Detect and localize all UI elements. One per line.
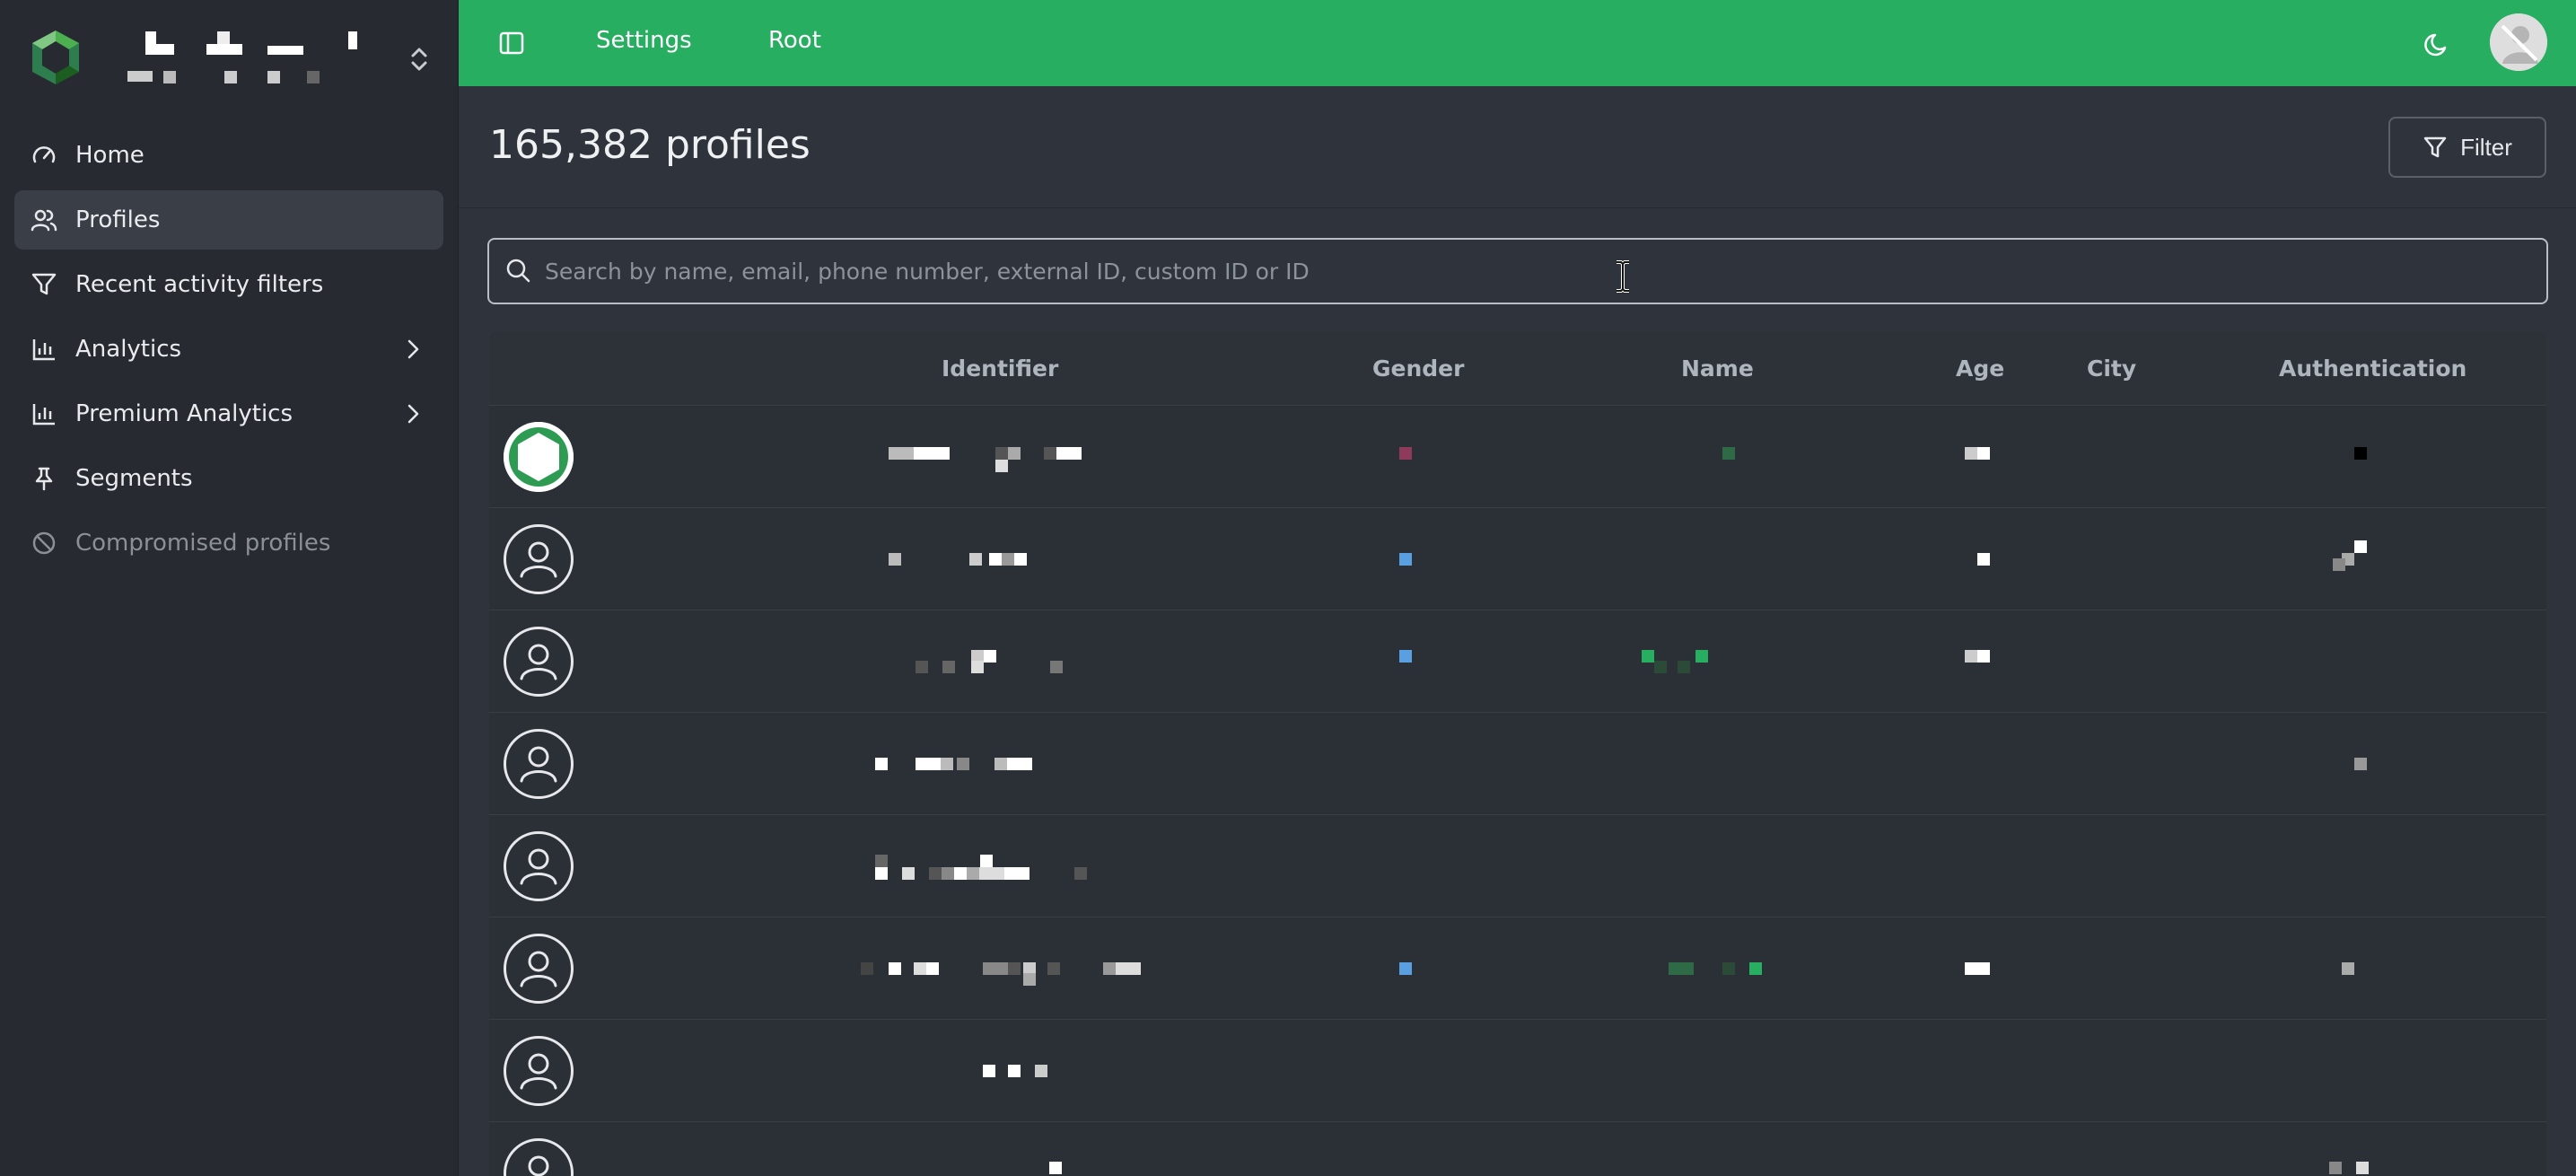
sidebar: Home Profiles Recent activity filters An…: [0, 0, 459, 1176]
user-placeholder-icon: [520, 541, 557, 578]
user-placeholder-icon: [520, 1053, 557, 1090]
avatar: [504, 729, 574, 799]
sidebar-item-recent-activity-filters[interactable]: Recent activity filters: [14, 255, 443, 314]
avatar: [504, 524, 574, 594]
sidebar-item-label: Compromised profiles: [75, 530, 331, 557]
workspace-name-redacted: [127, 26, 361, 89]
root-link[interactable]: Root: [768, 27, 821, 54]
profiles-table: Identifier Gender Name Age City Authenti…: [489, 332, 2546, 1176]
gauge-icon: [31, 142, 57, 169]
avatar: [504, 422, 574, 492]
user-placeholder-icon: [520, 951, 557, 987]
column-header-name[interactable]: Name: [1681, 355, 1754, 382]
sidebar-item-segments[interactable]: Segments: [14, 449, 443, 508]
chevron-right-icon: [407, 339, 419, 359]
table-row[interactable]: [489, 508, 2546, 610]
sidebar-item-analytics[interactable]: Analytics: [14, 320, 443, 379]
table-header: Identifier Gender Name Age City Authenti…: [489, 332, 2546, 406]
top-bar: Settings Root: [459, 0, 2576, 86]
filter-icon: [2423, 136, 2447, 158]
avatar: [504, 934, 574, 1004]
pin-icon: [31, 465, 57, 492]
hexagon-logo-icon: [504, 422, 574, 492]
avatar: [504, 1138, 574, 1176]
search-icon: [506, 259, 530, 283]
table-row[interactable]: [489, 815, 2546, 917]
search-input[interactable]: [545, 244, 2546, 298]
column-header-city[interactable]: City: [2087, 355, 2136, 382]
sidebar-item-label: Recent activity filters: [75, 271, 324, 298]
column-header-gender[interactable]: Gender: [1372, 355, 1464, 382]
user-placeholder-icon: [520, 644, 557, 680]
sidebar-item-home[interactable]: Home: [14, 126, 443, 185]
sidebar-toggle-icon[interactable]: [498, 30, 525, 57]
chevron-right-icon: [407, 404, 419, 424]
page-title: 165,382 profiles: [489, 122, 810, 168]
sidebar-item-profiles[interactable]: Profiles: [14, 190, 443, 250]
sidebar-item-label: Home: [75, 142, 145, 169]
bar-chart-icon: [31, 400, 57, 427]
table-row[interactable]: [489, 406, 2546, 508]
filter-button-label: Filter: [2460, 133, 2512, 161]
users-icon: [31, 206, 57, 233]
table-row[interactable]: [489, 610, 2546, 713]
column-header-age[interactable]: Age: [1956, 355, 2004, 382]
table-row[interactable]: [489, 1122, 2546, 1176]
brand-logo: [32, 31, 79, 84]
table-row[interactable]: [489, 917, 2546, 1020]
user-avatar-icon: [2490, 13, 2547, 71]
filter-icon: [31, 271, 57, 298]
sidebar-item-premium-analytics[interactable]: Premium Analytics: [14, 384, 443, 443]
text-cursor-icon: [1617, 260, 1629, 293]
sidebar-item-compromised-profiles[interactable]: Compromised profiles: [14, 513, 443, 573]
user-placeholder-icon: [520, 746, 557, 783]
user-placeholder-icon: [528, 1155, 549, 1176]
avatar: [504, 831, 574, 901]
sidebar-nav: Home Profiles Recent activity filters An…: [14, 126, 443, 578]
bar-chart-icon: [31, 336, 57, 363]
search-bar: [487, 238, 2548, 304]
dark-mode-moon-icon[interactable]: [2423, 30, 2452, 58]
filter-button[interactable]: Filter: [2388, 117, 2546, 178]
avatar: [504, 627, 574, 697]
sidebar-item-label: Analytics: [75, 336, 182, 363]
chevron-up-down-icon: [411, 48, 427, 71]
user-placeholder-icon: [520, 848, 557, 885]
user-avatar[interactable]: [2490, 13, 2547, 71]
page-header: 165,382 profiles Filter: [459, 86, 2576, 208]
sidebar-item-label: Segments: [75, 465, 193, 492]
settings-link[interactable]: Settings: [596, 27, 692, 54]
ban-icon: [31, 530, 57, 557]
sidebar-item-label: Profiles: [75, 206, 161, 233]
table-row[interactable]: [489, 1020, 2546, 1122]
column-header-identifier[interactable]: Identifier: [942, 355, 1058, 382]
workspace-switcher[interactable]: [25, 25, 438, 90]
column-header-authentication[interactable]: Authentication: [2279, 355, 2466, 382]
sidebar-item-label: Premium Analytics: [75, 400, 294, 427]
table-row[interactable]: [489, 713, 2546, 815]
avatar: [504, 1036, 574, 1106]
